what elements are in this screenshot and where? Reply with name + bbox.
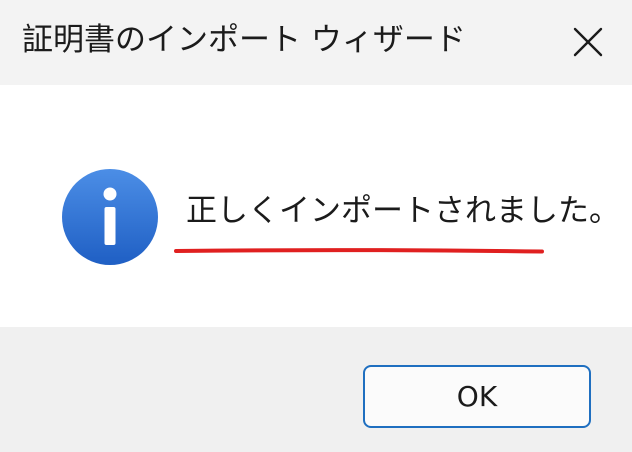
import-success-dialog: 証明書のインポート ウィザード 正しくインポートされました。 OK — [0, 0, 632, 452]
window-title: 証明書のインポート ウィザード — [22, 22, 466, 58]
close-button[interactable] — [556, 14, 620, 70]
success-message: 正しくインポートされました。 — [186, 193, 620, 229]
close-icon — [573, 27, 603, 57]
title-bar: 証明書のインポート ウィザード — [0, 0, 632, 85]
info-icon — [62, 169, 158, 265]
ok-button[interactable]: OK — [363, 365, 591, 428]
message-area: 正しくインポートされました。 — [0, 85, 632, 327]
button-bar: OK — [0, 327, 632, 452]
red-underline-annotation — [174, 248, 544, 254]
